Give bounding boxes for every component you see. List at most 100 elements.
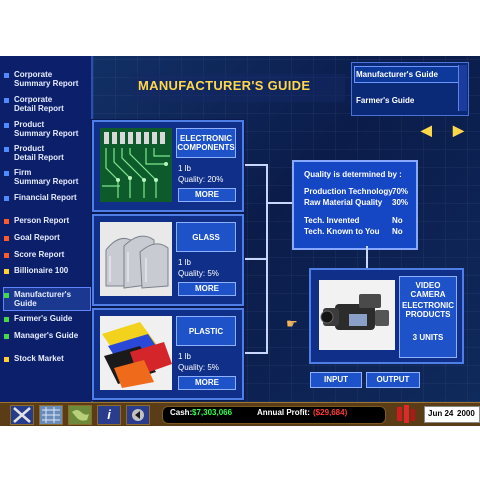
bullet-icon	[4, 293, 9, 298]
sidebar-item-label: Stock Market	[14, 354, 64, 363]
world-map-icon[interactable]	[68, 405, 92, 425]
component-unit: 1 lb	[178, 164, 191, 173]
sidebar-item-manufacturers-guide[interactable]: Manufacturer's Guide	[3, 287, 91, 311]
product-category: ELECTRONIC PRODUCTS	[402, 301, 454, 319]
connector-line	[266, 202, 292, 204]
more-button[interactable]: MORE	[178, 188, 236, 202]
product-label: VIDEO CAMERA ELECTRONIC PRODUCTS 3 UNITS	[399, 276, 457, 358]
sidebar-item-billionaire-100[interactable]: Billionaire 100	[4, 266, 90, 275]
quality-row-label: Tech. Known to You	[304, 227, 380, 236]
component-quality: Quality: 5%	[178, 269, 219, 278]
sidebar-item-label: Firm Summary Report	[14, 168, 79, 186]
guide-scrollbar[interactable]	[458, 65, 467, 111]
city-map-icon[interactable]	[39, 405, 63, 425]
input-button[interactable]: INPUT	[310, 372, 362, 388]
sidebar-item-label: Person Report	[14, 216, 70, 225]
sidebar-item-product-summary-report[interactable]: Product Summary Report	[4, 120, 90, 138]
bullet-icon	[4, 147, 9, 152]
more-button[interactable]: MORE	[178, 282, 236, 296]
cash-label: Cash:	[170, 408, 193, 417]
product-units: 3 UNITS	[412, 333, 444, 342]
quality-row-label: Production Technology	[304, 187, 393, 196]
cash-value: $7,303,066	[192, 408, 233, 417]
component-card-electronic: ELECTRONIC COMPONENTS 1 lb Quality: 20% …	[92, 120, 244, 212]
sidebar-item-goal-report[interactable]: Goal Report	[4, 233, 90, 242]
sidebar-item-firm-summary-report[interactable]: Firm Summary Report	[4, 168, 90, 186]
bullet-icon	[4, 317, 9, 322]
sidebar-item-label: Goal Report	[14, 233, 60, 242]
sidebar-item-label: Corporate Summary Report	[14, 70, 79, 88]
bullet-icon	[4, 269, 9, 274]
component-name: PLASTIC	[176, 316, 236, 346]
prev-arrow-icon[interactable]: ◀	[421, 122, 432, 139]
sidebar-item-label: Score Report	[14, 250, 65, 259]
report-sidebar: Corporate Summary Report Corporate Detai…	[0, 56, 93, 402]
quality-row-label: Tech. Invented	[304, 216, 360, 225]
sidebar-item-label: Manager's Guide	[14, 331, 79, 340]
sidebar-item-product-detail-report[interactable]: Product Detail Report	[4, 144, 90, 162]
guide-item-manufacturers[interactable]: Manufacturer's Guide	[356, 70, 438, 79]
game-date: Jun 24 2000	[424, 406, 480, 423]
connector-line	[266, 164, 268, 354]
date-year: 2000	[457, 409, 475, 418]
info-icon[interactable]: i	[97, 405, 121, 425]
quality-row-value: 30%	[392, 198, 409, 207]
component-quality: Quality: 5%	[178, 363, 219, 372]
quality-row-value: 70%	[392, 187, 409, 196]
quality-heading: Quality is determined by :	[304, 170, 402, 179]
annual-profit-label: Annual Profit:	[257, 408, 310, 417]
component-quality: Quality: 20%	[178, 175, 224, 184]
bullet-icon	[4, 171, 9, 176]
alert-icon[interactable]	[395, 405, 417, 423]
bullet-icon	[4, 73, 9, 78]
sidebar-item-label: Product Summary Report	[14, 120, 79, 138]
bullet-icon	[4, 236, 9, 241]
sidebar-item-managers-guide[interactable]: Manager's Guide	[4, 331, 90, 340]
speed-control-icon[interactable]	[126, 405, 150, 425]
sidebar-item-person-report[interactable]: Person Report	[4, 216, 90, 225]
circuit-board-image	[100, 128, 172, 202]
quality-row-value: No	[392, 216, 403, 225]
component-unit: 1 lb	[178, 352, 191, 361]
hand-cursor-icon: ☛	[286, 316, 298, 331]
video-camera-image	[319, 280, 395, 350]
date-month-day: Jun 24	[428, 409, 454, 418]
bullet-icon	[4, 253, 9, 258]
sidebar-item-label: Billionaire 100	[14, 266, 69, 275]
sidebar-item-stock-market[interactable]: Stock Market	[4, 354, 90, 363]
sidebar-item-label: Financial Report	[14, 193, 77, 202]
product-name: VIDEO CAMERA	[410, 281, 446, 299]
bullet-icon	[4, 196, 9, 201]
sidebar-item-label: Corporate Detail Report	[14, 95, 64, 113]
crossed-tools-icon[interactable]	[10, 405, 34, 425]
plastic-image	[100, 316, 172, 390]
connector-line	[242, 164, 268, 166]
bullet-icon	[4, 98, 9, 103]
bullet-icon	[4, 123, 9, 128]
component-unit: 1 lb	[178, 258, 191, 267]
sidebar-item-label: Product Detail Report	[14, 144, 64, 162]
game-screen: Corporate Summary Report Corporate Detai…	[0, 56, 480, 426]
sidebar-item-label: Farmer's Guide	[14, 314, 73, 323]
output-button[interactable]: OUTPUT	[366, 372, 420, 388]
sidebar-item-financial-report[interactable]: Financial Report	[4, 193, 90, 202]
bullet-icon	[4, 357, 9, 362]
more-button[interactable]: MORE	[178, 376, 236, 390]
connector-line	[242, 352, 268, 354]
sidebar-item-score-report[interactable]: Score Report	[4, 250, 90, 259]
quality-row-value: No	[392, 227, 403, 236]
guide-selector: Manufacturer's Guide Farmer's Guide	[351, 62, 469, 116]
sidebar-item-corporate-summary-report[interactable]: Corporate Summary Report	[4, 70, 90, 88]
sidebar-item-farmers-guide[interactable]: Farmer's Guide	[4, 314, 90, 323]
sidebar-item-corporate-detail-report[interactable]: Corporate Detail Report	[4, 95, 90, 113]
bullet-icon	[4, 219, 9, 224]
product-card-video-camera: VIDEO CAMERA ELECTRONIC PRODUCTS 3 UNITS	[309, 268, 464, 364]
guide-item-farmers[interactable]: Farmer's Guide	[356, 96, 414, 105]
component-name: ELECTRONIC COMPONENTS	[176, 128, 236, 158]
quality-row-label: Raw Material Quality	[304, 198, 383, 207]
annual-profit-value: ($29,684)	[313, 408, 348, 417]
next-arrow-icon[interactable]: ▶	[453, 122, 464, 139]
connector-line	[366, 246, 368, 268]
component-name: GLASS	[176, 222, 236, 252]
connector-line	[242, 258, 268, 260]
